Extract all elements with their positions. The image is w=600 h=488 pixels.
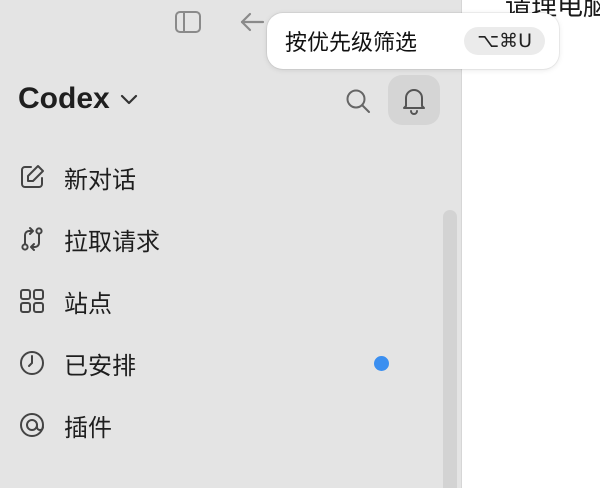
nav-label: 插件: [64, 413, 112, 442]
nav-item-pull-requests[interactable]: 拉取请求: [0, 208, 440, 270]
workspace-switcher[interactable]: Codex: [18, 82, 138, 116]
nav-item-sites[interactable]: 站点: [0, 270, 440, 332]
nav-item-scheduled[interactable]: 已安排: [0, 332, 440, 394]
sidebar-scrollbar[interactable]: [443, 210, 457, 488]
clock-icon: [18, 349, 46, 377]
nav-item-new-chat[interactable]: 新对话: [0, 146, 440, 208]
nav-label: 已安排: [64, 351, 136, 380]
main-pane: 请理电脑: [463, 0, 600, 488]
unread-indicator-dot: [374, 356, 389, 371]
search-button[interactable]: [342, 85, 374, 117]
search-icon: [346, 89, 370, 113]
compose-icon: [18, 163, 46, 191]
sites-grid-icon: [18, 287, 46, 315]
pull-request-icon: [18, 225, 46, 253]
tooltip: 按优先级筛选 ⌥⌘U: [267, 13, 559, 69]
notifications-button[interactable]: [388, 75, 440, 125]
nav-list: 新对话 拉取请求 站点 已安排 插件: [0, 146, 440, 456]
workspace-title: Codex: [18, 82, 110, 115]
sidebar: Codex 新对话 拉取请求 站点 已安排 插件: [0, 0, 462, 488]
chevron-down-icon: [120, 90, 138, 109]
bell-icon: [403, 89, 425, 115]
nav-label: 拉取请求: [64, 227, 160, 256]
nav-item-plugins[interactable]: 插件: [0, 394, 440, 456]
back-arrow-icon[interactable]: [236, 8, 268, 36]
sidebar-toggle-icon[interactable]: [172, 8, 204, 36]
nav-label: 站点: [64, 289, 112, 318]
tooltip-text: 按优先级筛选: [285, 31, 418, 56]
keyboard-shortcut: ⌥⌘U: [464, 27, 545, 55]
plugin-icon: [18, 411, 46, 439]
nav-label: 新对话: [64, 165, 136, 194]
